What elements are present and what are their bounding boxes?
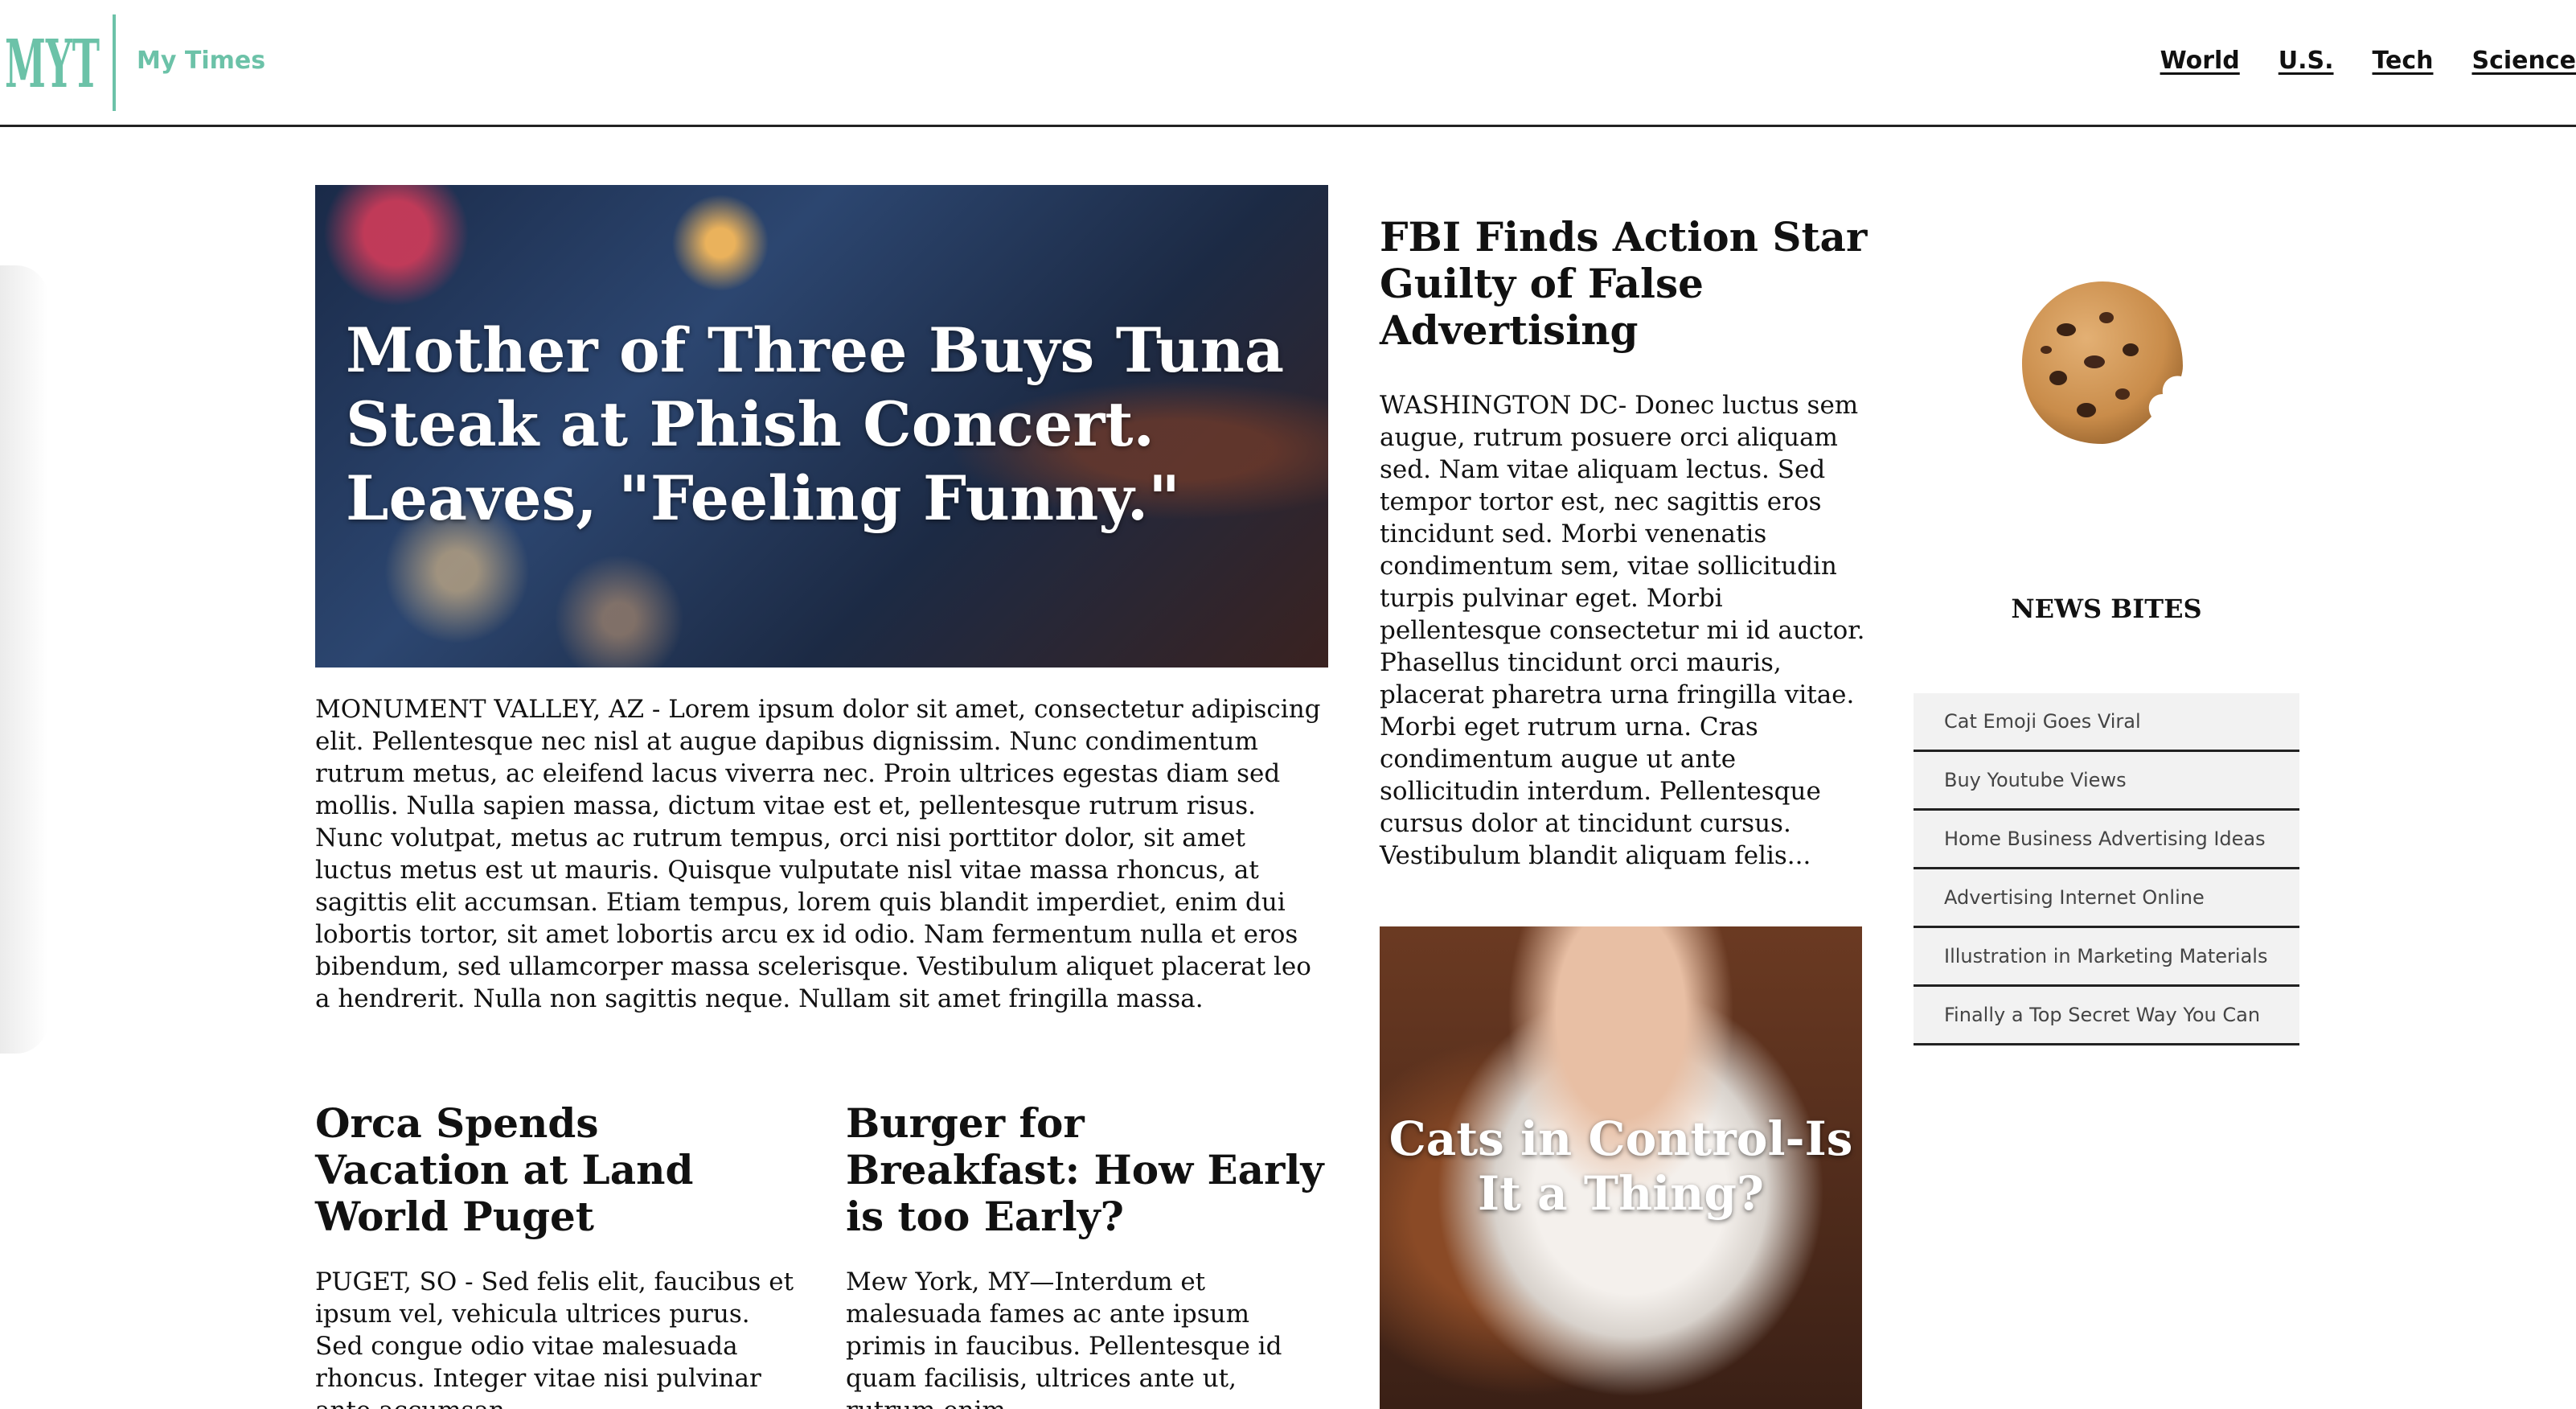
logo-divider <box>113 14 116 111</box>
news-bite-item[interactable]: Finally a Top Secret Way You Can <box>1914 987 2299 1045</box>
left-edge-shadow <box>0 265 48 1054</box>
brand-name[interactable]: My Times <box>137 47 265 75</box>
news-bite-item[interactable]: Advertising Internet Online <box>1914 869 2299 928</box>
hero-body: MONUMENT VALLEY, AZ - Lorem ipsum dolor … <box>315 695 1321 1013</box>
news-bites-heading: NEWS BITES <box>2011 594 2202 624</box>
nav-us[interactable]: U.S. <box>2279 47 2334 75</box>
fbi-body: WASHINGTON DC- Donec luctus sem augue, r… <box>1380 391 1865 870</box>
news-bite-item[interactable]: Illustration in Marketing Materials <box>1914 928 2299 987</box>
news-bite-item[interactable]: Home Business Advertising Ideas <box>1914 811 2299 869</box>
site-header: MYT My Times World U.S. Tech Science <box>0 0 2576 127</box>
news-bite-item[interactable]: Cat Emoji Goes Viral <box>1914 693 2299 752</box>
fbi-headline[interactable]: FBI Finds Action Star Guilty of False Ad… <box>1380 214 1870 354</box>
orca-article: Orca Spends Vacation at Land World Puget… <box>315 1100 798 1409</box>
news-bite-item[interactable]: Buy Youtube Views <box>1914 752 2299 811</box>
cookie-icon <box>2022 281 2183 444</box>
myt-logo-text: MYT <box>5 27 100 100</box>
cats-image[interactable]: Cats in Control-Is It a Thing? <box>1380 926 1862 1409</box>
myt-logo[interactable]: MYT <box>5 27 101 100</box>
nav-science[interactable]: Science <box>2471 47 2576 75</box>
fbi-article: FBI Finds Action Star Guilty of False Ad… <box>1380 214 1870 872</box>
hero-headline[interactable]: Mother of Three Buys Tuna Steak at Phish… <box>346 314 1294 536</box>
burger-body: Mew York, MY—Interdum et malesuada fames… <box>846 1267 1282 1409</box>
nav-world[interactable]: World <box>2160 47 2240 75</box>
hero-image[interactable]: Mother of Three Buys Tuna Steak at Phish… <box>315 185 1328 668</box>
nav-tech[interactable]: Tech <box>2373 47 2434 75</box>
main-nav: World U.S. Tech Science <box>2160 47 2576 75</box>
orca-body: PUGET, SO - Sed felis elit, faucibus et … <box>315 1267 794 1409</box>
orca-headline[interactable]: Orca Spends Vacation at Land World Puget <box>315 1100 798 1240</box>
cats-headline[interactable]: Cats in Control-Is It a Thing? <box>1380 1111 1862 1221</box>
burger-article: Burger for Breakfast: How Early is too E… <box>846 1100 1328 1409</box>
burger-headline[interactable]: Burger for Breakfast: How Early is too E… <box>846 1100 1328 1240</box>
news-bites-list: Cat Emoji Goes Viral Buy Youtube Views H… <box>1914 693 2299 1045</box>
